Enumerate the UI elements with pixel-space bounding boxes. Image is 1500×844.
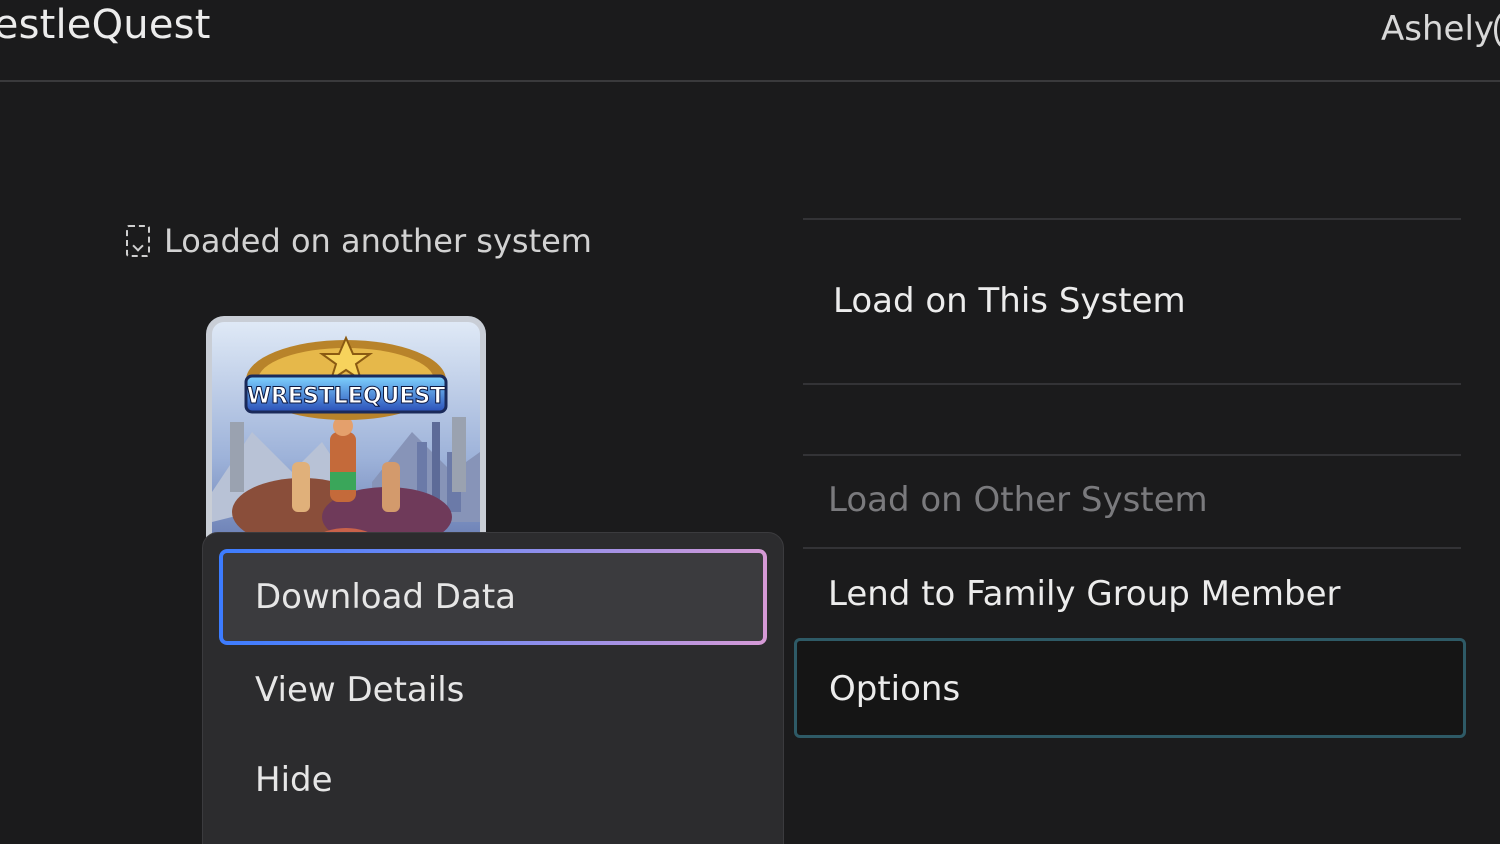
- divider: [803, 454, 1461, 456]
- dashed-download-icon: [126, 225, 150, 257]
- load-on-other-system-button[interactable]: Load on Other System: [828, 480, 1208, 520]
- user-name: Ashely: [1381, 9, 1495, 49]
- lend-to-family-member-button[interactable]: Lend to Family Group Member: [828, 574, 1341, 614]
- download-data-menu-item[interactable]: Download Data: [219, 549, 767, 645]
- artwork-logo: WRESTLEQUEST: [247, 384, 446, 409]
- divider: [803, 383, 1461, 385]
- user-icon: [1494, 12, 1500, 48]
- divider: [803, 547, 1461, 549]
- divider: [803, 218, 1461, 220]
- load-status-text: Loaded on another system: [164, 222, 592, 260]
- options-label: Options: [829, 669, 961, 709]
- menu-item-label: Download Data: [255, 577, 516, 617]
- menu-item-label: Hide: [255, 760, 333, 800]
- hide-menu-item[interactable]: Hide: [219, 732, 767, 828]
- load-status: Loaded on another system: [126, 222, 592, 260]
- context-menu: Download Data View Details Hide: [202, 532, 784, 844]
- header-bar: restleQuest Ashely: [0, 0, 1500, 82]
- game-title: restleQuest: [0, 2, 211, 48]
- menu-item-label: View Details: [255, 670, 465, 710]
- load-on-this-system-button[interactable]: Load on This System: [833, 281, 1186, 321]
- game-management-screen: restleQuest Ashely Loaded on another sys…: [0, 0, 1500, 844]
- options-button[interactable]: Options: [794, 638, 1466, 738]
- view-details-menu-item[interactable]: View Details: [219, 642, 767, 738]
